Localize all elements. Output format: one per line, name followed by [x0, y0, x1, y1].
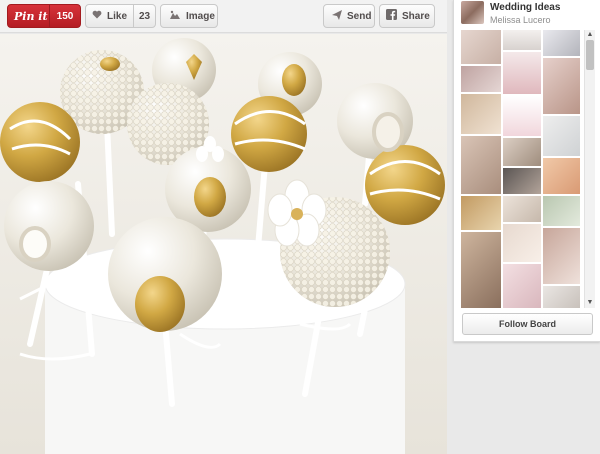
board-owner[interactable]: Melissa Lucero [490, 15, 551, 25]
like-count: 23 [133, 5, 155, 27]
board-pin-thumbnail[interactable] [543, 116, 580, 156]
pin-viewer: Pin it 150 Like 23 Image Send Share Wedd… [0, 0, 600, 454]
pin-image[interactable] [0, 34, 447, 454]
board-pin-thumbnail[interactable] [503, 196, 541, 222]
send-button[interactable]: Send [323, 4, 375, 28]
board-pin-thumbnail[interactable] [543, 196, 580, 226]
chevron-up-icon[interactable]: ▲ [585, 30, 595, 40]
board-thumbnail[interactable] [461, 1, 484, 24]
share-button[interactable]: Share [379, 4, 435, 28]
board-pin-thumbnail[interactable] [503, 264, 541, 308]
board-pin-thumbnail[interactable] [461, 94, 501, 134]
send-label: Send [347, 10, 372, 22]
share-label: Share [402, 10, 430, 22]
board-pin-thumbnail[interactable] [461, 136, 501, 194]
pin-toolbar: Pin it 150 Like 23 Image Send Share [0, 0, 447, 33]
pin-it-button[interactable]: Pin it 150 [7, 4, 81, 28]
board-pin-thumbnail[interactable] [461, 66, 501, 92]
board-pin-thumbnail[interactable] [503, 168, 541, 194]
heart-icon [92, 10, 102, 22]
follow-board-button[interactable]: Follow Board [462, 313, 593, 335]
pin-count: 150 [49, 5, 80, 27]
board-pin-thumbnail[interactable] [503, 96, 541, 136]
send-icon [332, 9, 342, 23]
board-pin-thumbnail[interactable] [461, 196, 501, 230]
board-pin-thumbnail[interactable] [543, 30, 580, 56]
image-icon [169, 10, 181, 23]
board-pin-thumbnail[interactable] [503, 30, 541, 50]
pin-it-label: Pin it [14, 9, 48, 23]
board-pin-thumbnail[interactable] [543, 58, 580, 114]
facebook-icon [386, 9, 397, 23]
chevron-down-icon[interactable]: ▼ [585, 298, 595, 308]
like-button[interactable]: Like 23 [85, 4, 156, 28]
board-pin-grid [461, 30, 580, 308]
board-pin-thumbnail[interactable] [503, 138, 541, 166]
scrollbar-thumb[interactable] [586, 40, 594, 70]
image-label: Image [186, 10, 215, 22]
board-pin-thumbnail[interactable] [543, 158, 580, 194]
like-label: Like [107, 10, 128, 22]
board-title[interactable]: Wedding Ideas [490, 2, 560, 13]
image-button[interactable]: Image [160, 4, 218, 28]
board-pin-thumbnail[interactable] [543, 228, 580, 284]
board-pin-thumbnail[interactable] [461, 232, 501, 308]
board-scrollbar[interactable]: ▲ ▼ [584, 30, 595, 308]
board-pin-thumbnail[interactable] [543, 286, 580, 308]
board-pin-thumbnail[interactable] [503, 224, 541, 262]
board-sidebar: Wedding Ideas Melissa Lucero ▲ ▼ Follow … [453, 0, 600, 342]
cake-pops-photo [0, 34, 447, 454]
board-pin-thumbnail[interactable] [461, 30, 501, 64]
board-pin-thumbnail[interactable] [503, 52, 541, 94]
